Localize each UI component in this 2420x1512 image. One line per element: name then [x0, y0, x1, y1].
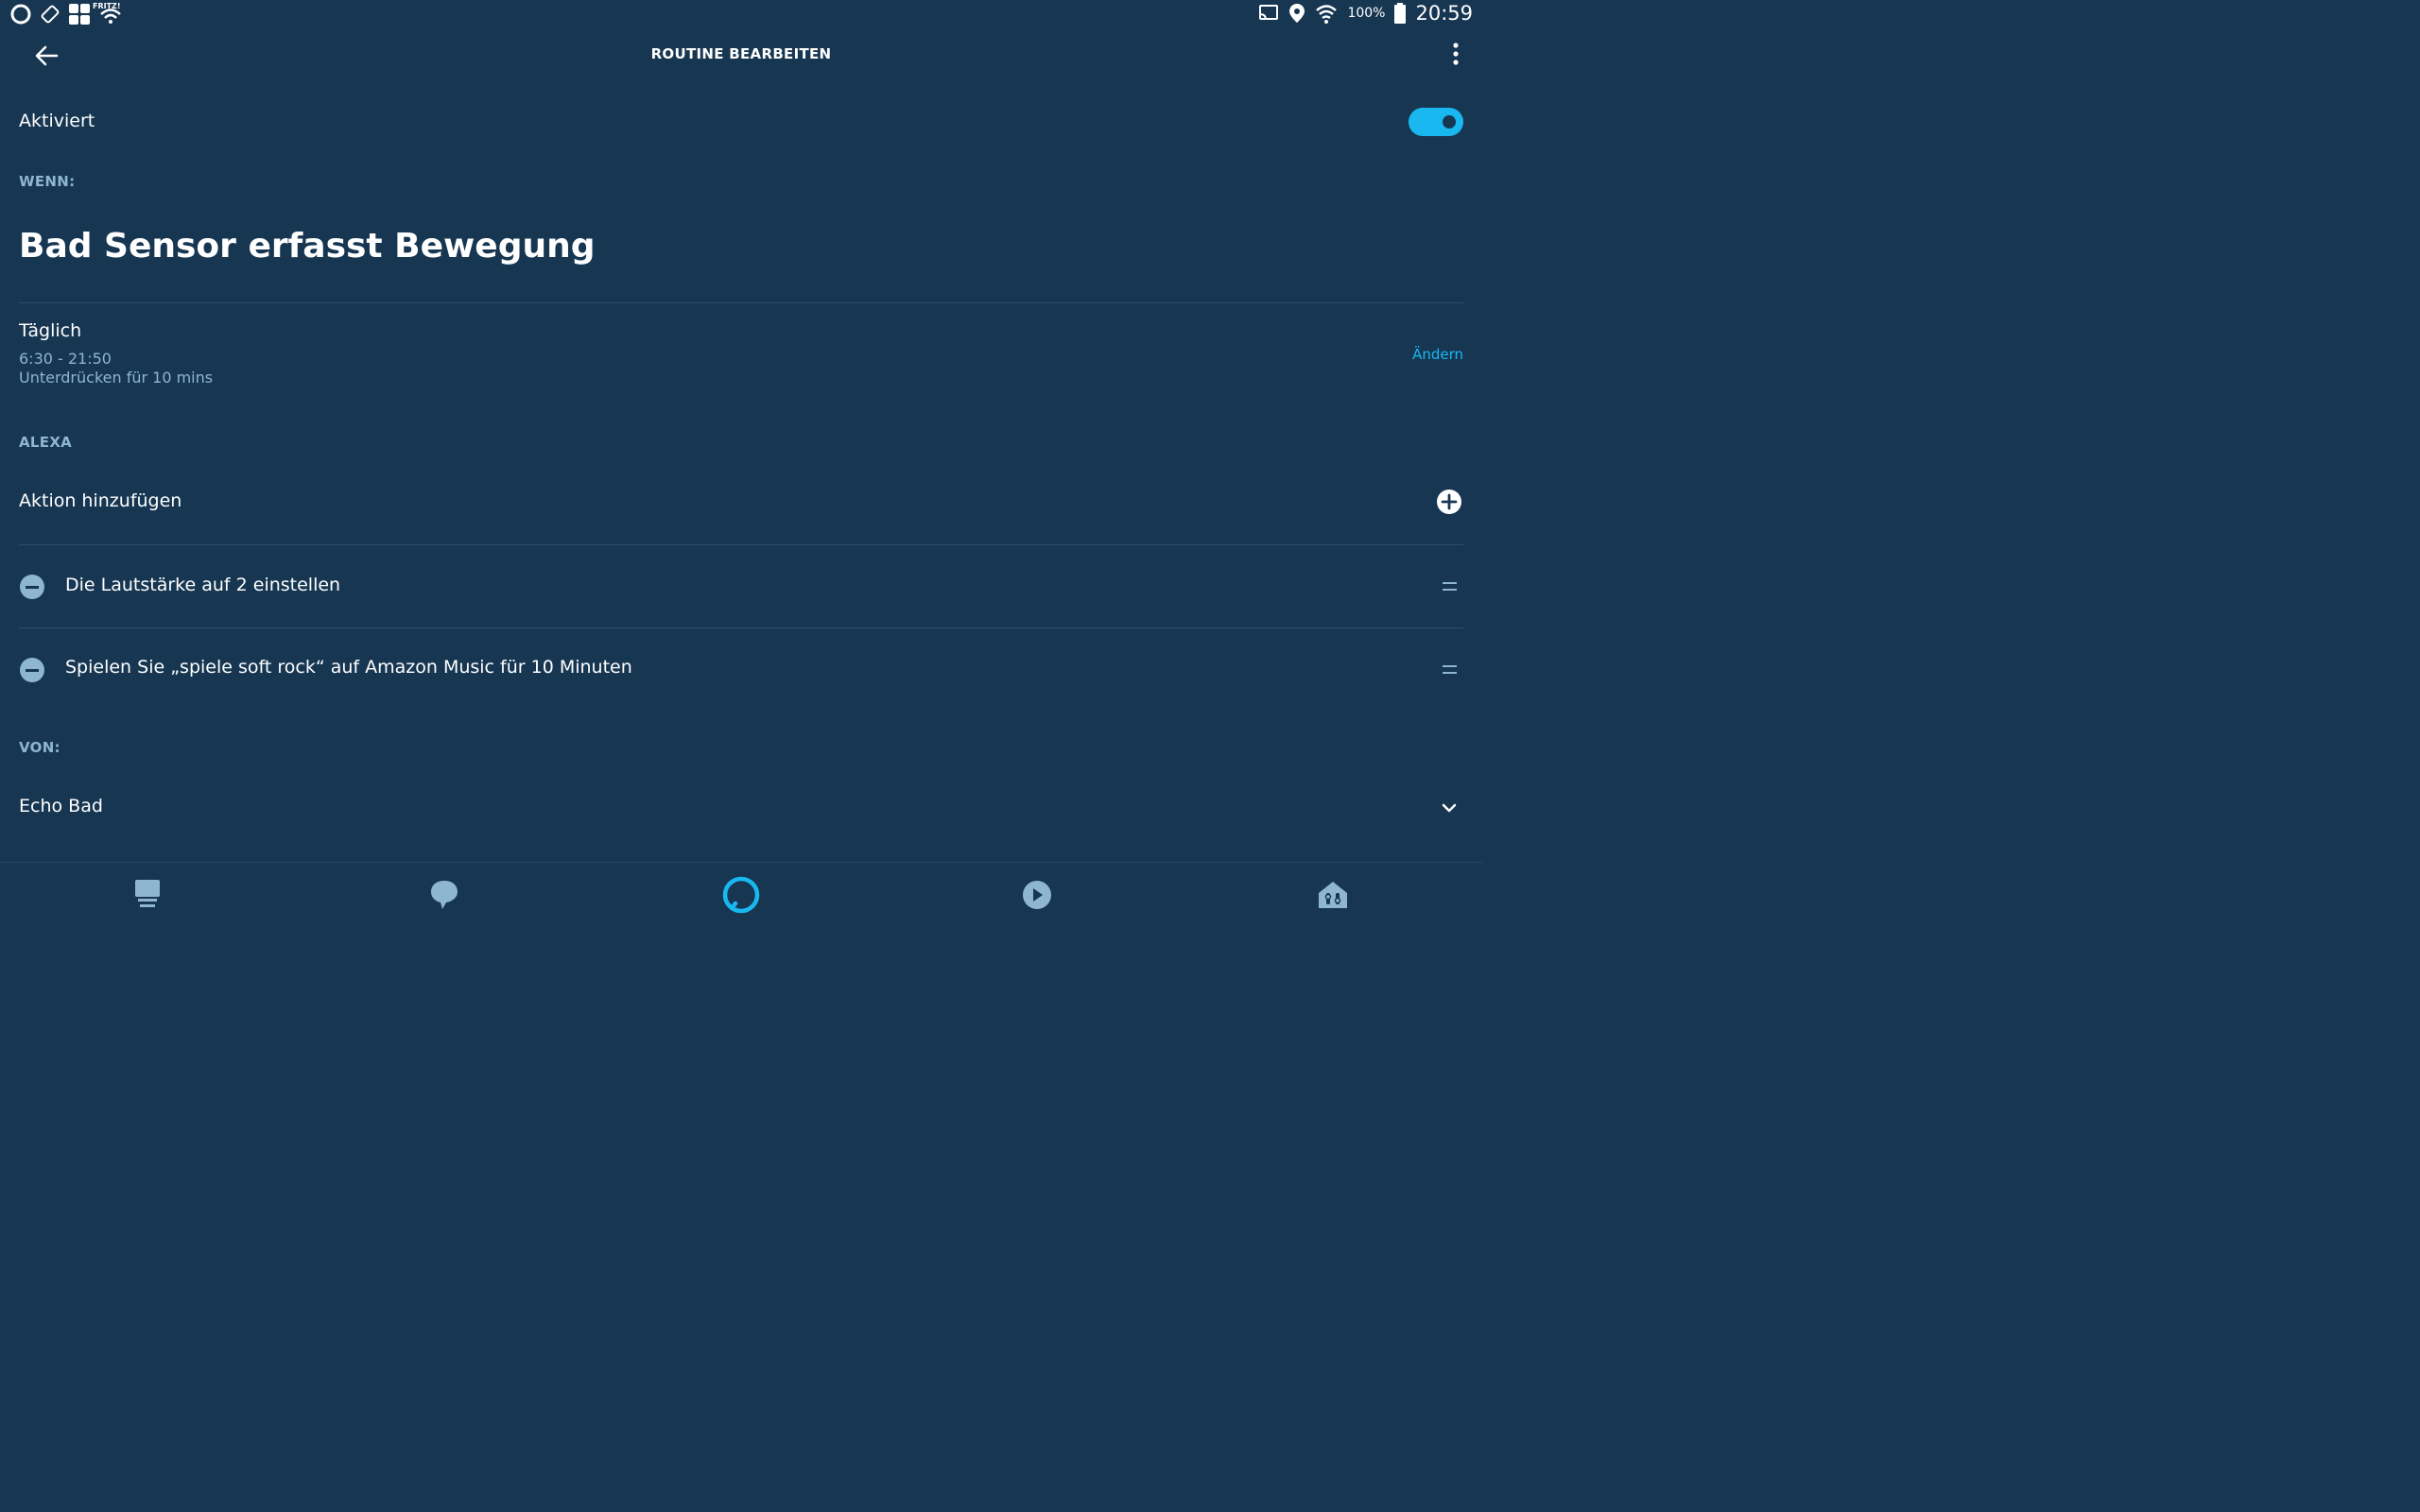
alexa-icon[interactable]: [720, 874, 762, 916]
status-right: 100% 20:59: [1258, 2, 1473, 25]
enabled-toggle[interactable]: [1409, 108, 1463, 136]
schedule-suppress: Unterdrücken für 10 mins: [19, 369, 214, 387]
remove-action-button[interactable]: [20, 575, 44, 599]
clock: 20:59: [1415, 2, 1473, 25]
page-title: ROUTINE BEARBEITEN: [650, 45, 832, 62]
fritz-label: FRITZ!: [93, 2, 121, 10]
rotate-icon: [41, 5, 60, 24]
drag-handle-icon[interactable]: [1443, 665, 1457, 675]
home-icon[interactable]: [129, 876, 166, 914]
action-item-label[interactable]: Die Lautstärke auf 2 einstellen: [65, 575, 340, 595]
location-icon: [1289, 4, 1305, 23]
more-options-icon[interactable]: [1446, 40, 1465, 70]
communicate-icon[interactable]: [425, 876, 463, 914]
app-bar: ROUTINE BEARBEITEN: [0, 30, 1482, 79]
toggle-knob: [1443, 115, 1456, 129]
alexa-section-label: ALEXA: [19, 434, 73, 451]
when-section-label: WENN:: [19, 173, 76, 190]
minus-icon: [26, 669, 39, 672]
trigger-headline[interactable]: Bad Sensor erfasst Bewegung: [19, 227, 596, 266]
minus-icon: [26, 586, 39, 589]
enabled-label: Aktiviert: [19, 111, 95, 131]
bottom-navigation: [0, 862, 1482, 927]
divider: [19, 544, 1463, 545]
add-action-button[interactable]: [1437, 490, 1461, 514]
from-section-label: VON:: [19, 739, 60, 756]
wifi-icon: [1316, 5, 1338, 24]
plus-icon: [1441, 493, 1458, 510]
divider: [19, 627, 1463, 628]
remove-action-button[interactable]: [20, 658, 44, 682]
status-bar: FRITZ! 100% 20:59: [0, 0, 1482, 30]
drag-handle-icon[interactable]: [1443, 582, 1457, 592]
change-schedule-link[interactable]: Ändern: [1412, 346, 1463, 363]
calculator-icon: [69, 4, 90, 25]
schedule-title: Täglich: [19, 320, 82, 341]
battery-percent: 100%: [1347, 6, 1386, 21]
device-label[interactable]: Echo Bad: [19, 796, 103, 816]
devices-icon[interactable]: [1314, 876, 1352, 914]
chevron-down-icon[interactable]: [1441, 802, 1458, 814]
cast-icon: [1259, 5, 1279, 21]
schedule-time-range: 6:30 - 21:50: [19, 350, 112, 368]
play-icon[interactable]: [1018, 876, 1056, 914]
battery-icon: [1394, 3, 1407, 24]
alexa-notification-icon: [10, 4, 31, 25]
divider: [19, 302, 1463, 303]
action-item-label[interactable]: Spielen Sie „spiele soft rock“ auf Amazo…: [65, 657, 632, 678]
add-action-label[interactable]: Aktion hinzufügen: [19, 490, 182, 511]
